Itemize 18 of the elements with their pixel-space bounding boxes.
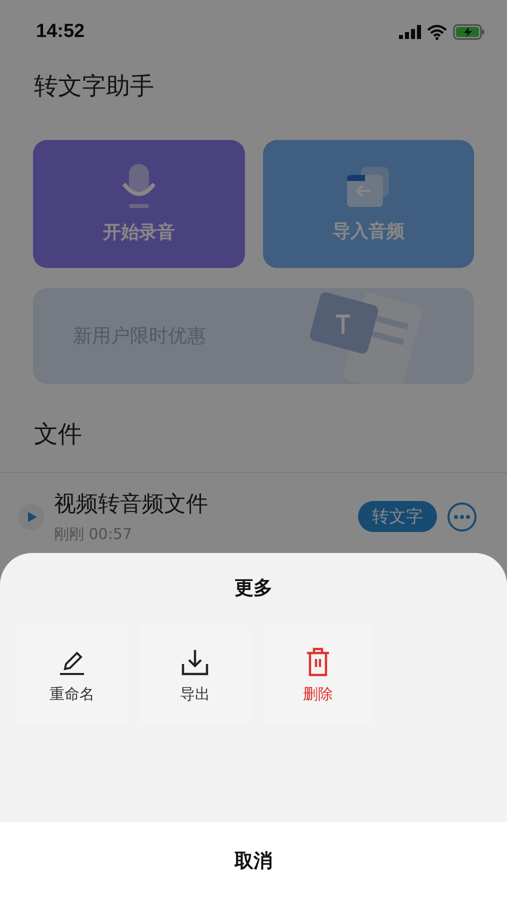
- folder-icon: [345, 165, 392, 209]
- card-label: 开始录音: [102, 221, 175, 244]
- microphone-icon: [120, 164, 157, 210]
- app-title: 转文字助手: [34, 71, 155, 102]
- battery-icon: [453, 24, 485, 40]
- record-card[interactable]: 开始录音: [33, 140, 244, 268]
- more-icon[interactable]: [447, 502, 477, 532]
- cancel-button[interactable]: 取消: [0, 822, 507, 900]
- status-time: 14:52: [36, 21, 85, 43]
- section-title: 文件: [34, 419, 83, 450]
- card-label: 导入音频: [332, 220, 404, 243]
- signal-icon: [399, 25, 421, 39]
- sheet-title: 更多: [234, 576, 272, 601]
- trash-icon: [305, 646, 331, 676]
- wifi-icon: [427, 24, 447, 40]
- play-icon[interactable]: [18, 504, 44, 530]
- transcribe-button[interactable]: 转文字: [358, 501, 437, 532]
- file-name: 视频转音频文件: [54, 491, 209, 519]
